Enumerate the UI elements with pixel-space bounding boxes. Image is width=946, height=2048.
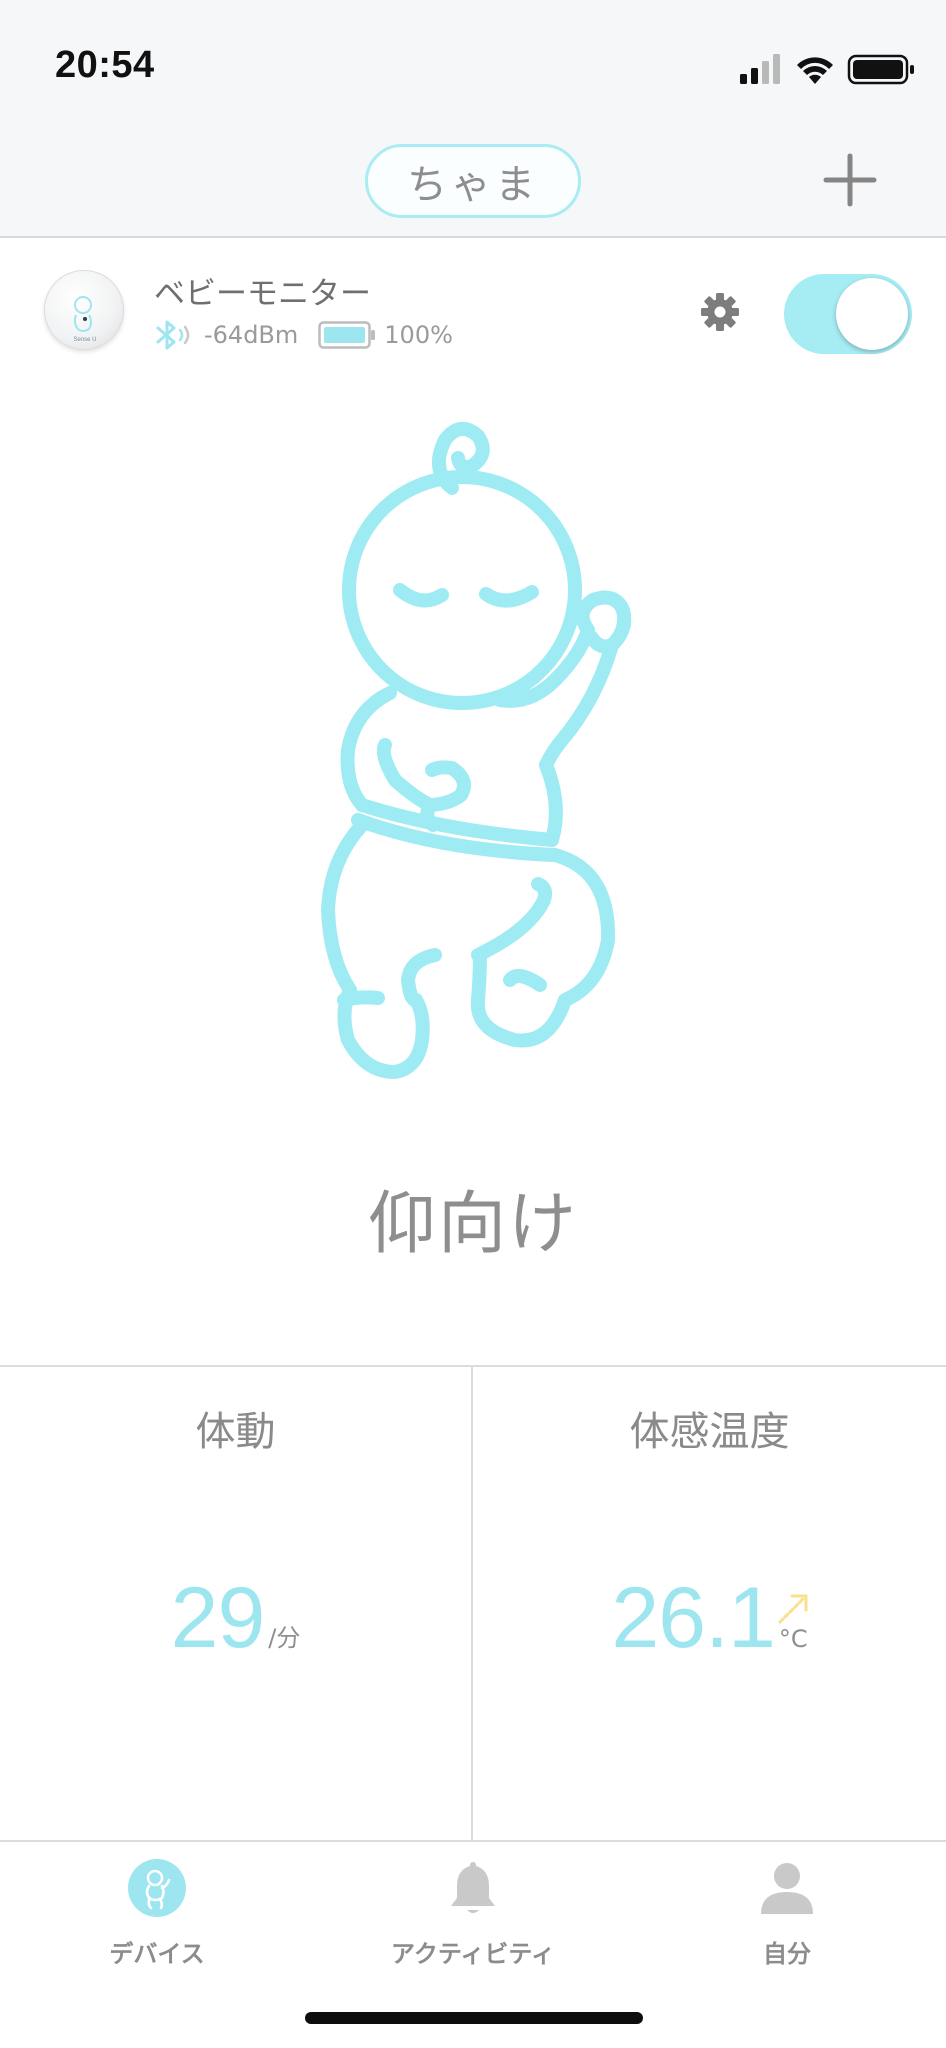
device-row[interactable]: Sense U ベビーモニター -64dBm 100% xyxy=(0,240,946,370)
status-time: 20:54 xyxy=(55,44,155,86)
temperature-title: 体感温度 xyxy=(629,1409,790,1455)
device-battery-icon xyxy=(318,321,376,349)
add-icon[interactable] xyxy=(820,150,880,210)
status-icons xyxy=(740,54,914,85)
person-icon xyxy=(761,1863,813,1914)
profile-selector-button[interactable]: ちゃま xyxy=(365,144,581,218)
home-indicator[interactable] xyxy=(305,2012,643,2024)
temperature-unit: °C xyxy=(778,1625,808,1653)
movement-title: 体動 xyxy=(195,1409,276,1455)
tab-device[interactable]: デバイス xyxy=(57,1858,257,1968)
tab-activity[interactable]: アクティビティ xyxy=(373,1858,573,1968)
battery-status-icon xyxy=(847,54,914,85)
posture-label: 仰向け xyxy=(367,1185,578,1264)
wifi-icon xyxy=(797,57,833,84)
tab-activity-label: アクティビティ xyxy=(391,1940,555,1968)
temperature-metric[interactable]: 体感温度 26.1 °C xyxy=(473,1367,946,1842)
tab-self[interactable]: 自分 xyxy=(687,1858,887,1968)
battery-percent: 100% xyxy=(384,321,453,349)
cellular-signal-icon xyxy=(740,54,780,84)
movement-value: 29 xyxy=(170,1570,266,1666)
monitor-toggle[interactable] xyxy=(784,274,912,354)
bluetooth-signal-icon xyxy=(156,320,190,350)
gear-icon[interactable] xyxy=(698,290,742,334)
baby-posture-illustration xyxy=(321,422,632,1079)
movement-value-group: 29 /分 xyxy=(0,1575,471,1661)
signal-strength: -64dBm xyxy=(204,321,299,349)
tab-self-label: 自分 xyxy=(763,1940,811,1968)
toggle-knob xyxy=(836,278,908,350)
trend-up-arrow-icon xyxy=(778,1594,808,1624)
bell-icon xyxy=(451,1862,495,1913)
temperature-value: 26.1 xyxy=(611,1570,775,1666)
device-name: ベビーモニター xyxy=(154,276,371,312)
device-thumbnail: Sense U xyxy=(44,270,124,350)
status-bar: 20:54 xyxy=(0,0,946,130)
device-meta: -64dBm 100% xyxy=(154,318,453,352)
nav-bar: ちゃま xyxy=(0,130,946,238)
temperature-value-group: 26.1 °C xyxy=(473,1575,946,1661)
svg-text:Sense U: Sense U xyxy=(73,337,96,343)
baby-icon: Sense U xyxy=(73,296,97,343)
tab-device-label: デバイス xyxy=(109,1940,205,1968)
movement-unit: /分 xyxy=(268,1624,301,1652)
movement-metric[interactable]: 体動 29 /分 xyxy=(0,1367,473,1842)
baby-icon xyxy=(128,1859,186,1917)
